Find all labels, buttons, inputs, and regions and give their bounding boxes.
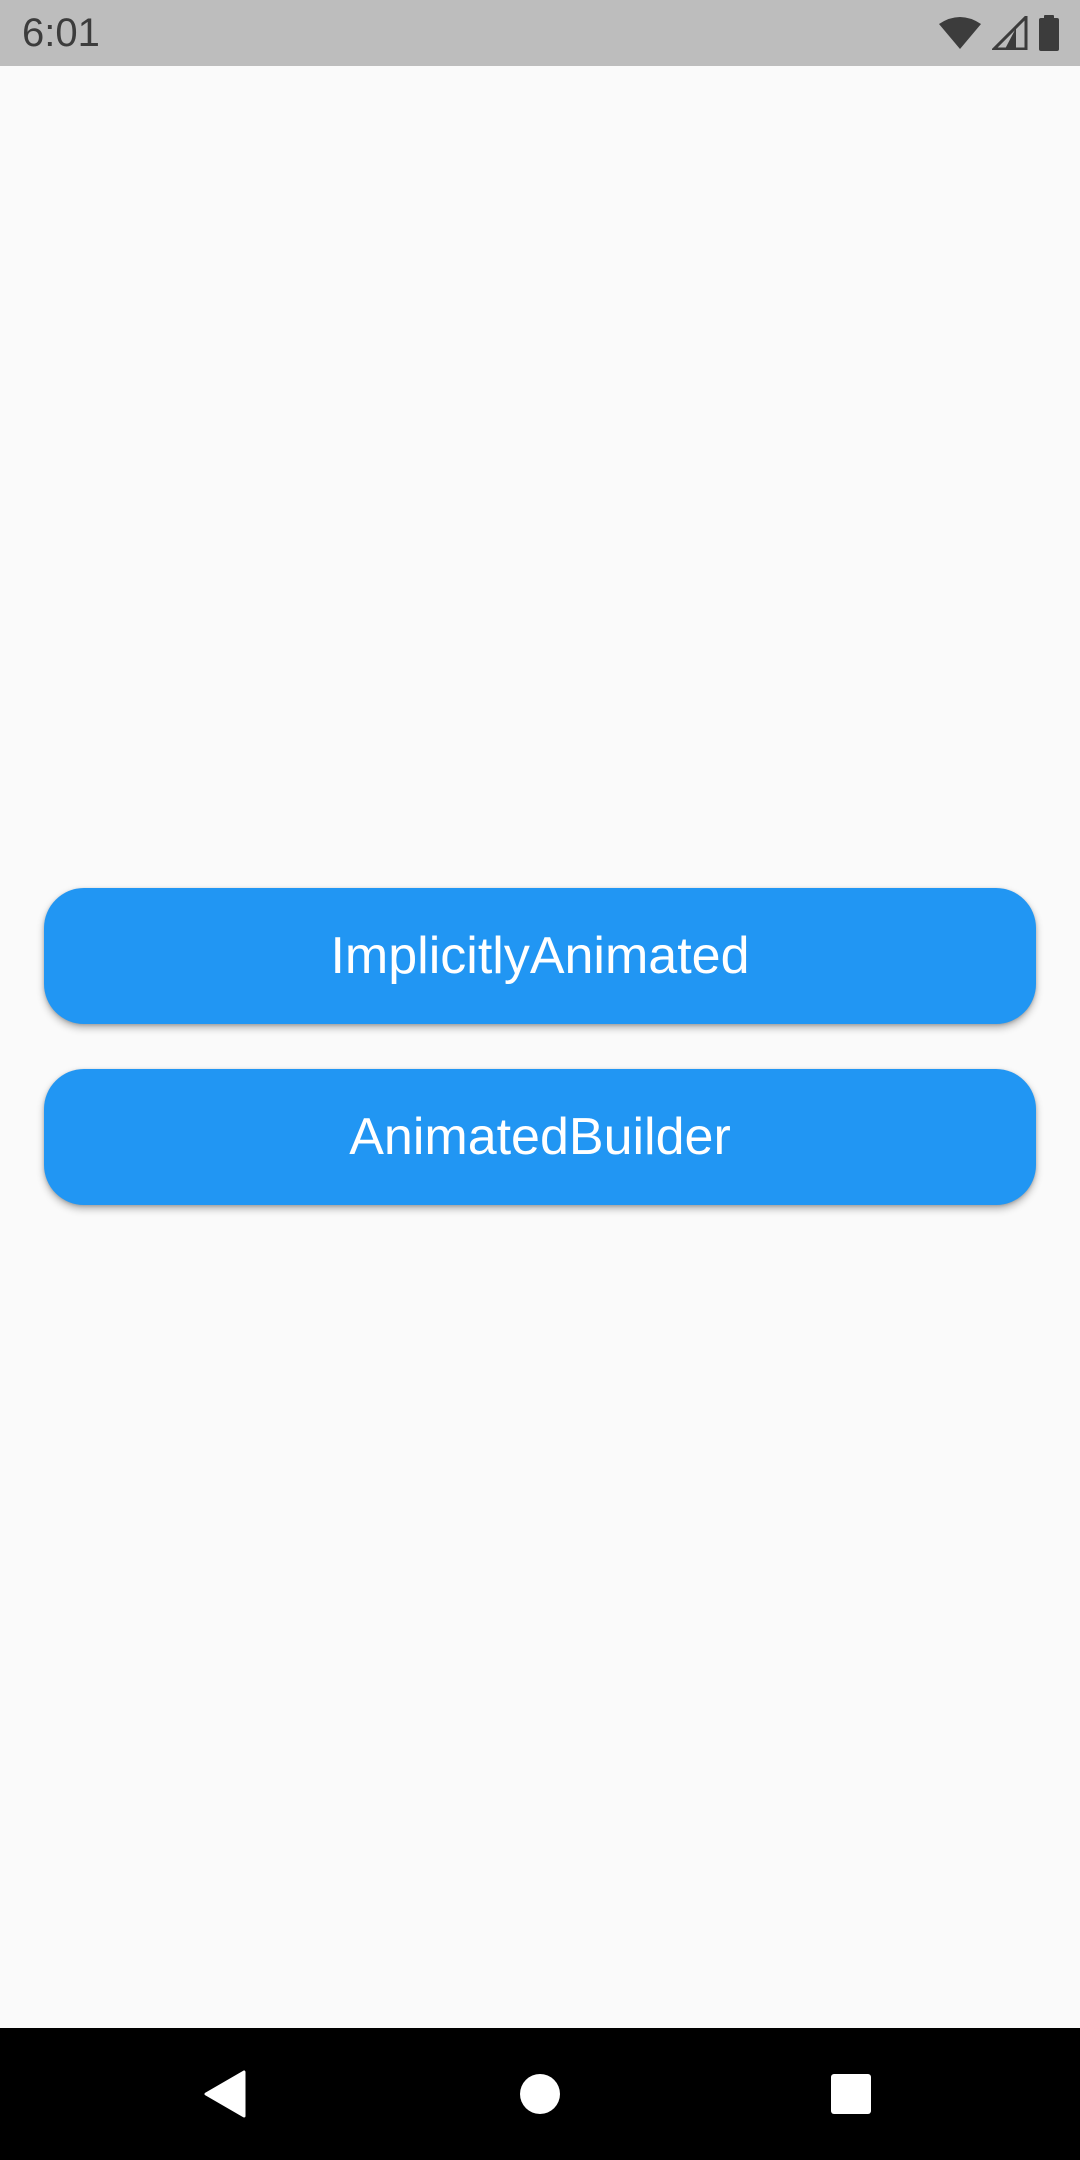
battery-icon <box>1038 15 1060 51</box>
status-bar: 6:01 <box>0 0 1080 66</box>
navigation-bar <box>0 2028 1080 2160</box>
implicitly-animated-button-label: ImplicitlyAnimated <box>330 927 750 985</box>
implicitly-animated-button[interactable]: ImplicitlyAnimated <box>44 888 1036 1024</box>
back-icon[interactable] <box>186 2054 266 2134</box>
status-icons <box>938 14 1060 52</box>
main-content: ImplicitlyAnimated AnimatedBuilder <box>0 66 1080 2028</box>
recents-icon[interactable] <box>811 2054 891 2134</box>
home-icon[interactable] <box>500 2054 580 2134</box>
animated-builder-button[interactable]: AnimatedBuilder <box>44 1069 1036 1205</box>
animated-builder-button-label: AnimatedBuilder <box>349 1108 731 1166</box>
status-time: 6:01 <box>22 11 100 55</box>
app-screen: 6:01 ImplicitlyAnimated AnimatedBuilder <box>0 0 1080 2160</box>
wifi-icon <box>938 16 982 50</box>
signal-icon <box>992 16 1028 50</box>
